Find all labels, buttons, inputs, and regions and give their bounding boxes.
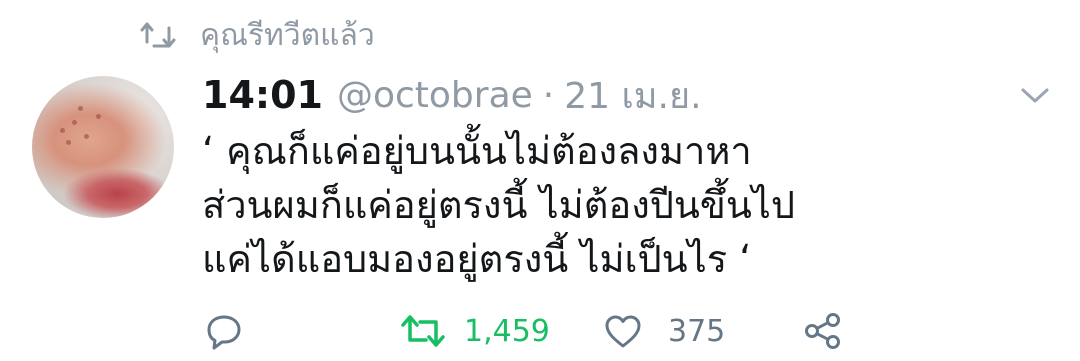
action-bar: 1,459 375 <box>0 306 1080 356</box>
like-button[interactable]: 375 <box>604 306 725 356</box>
reply-button[interactable] <box>204 306 244 356</box>
reply-icon <box>204 311 244 351</box>
tweet-date[interactable]: 21 เม.ย. <box>564 67 701 124</box>
retweet-button[interactable]: 1,459 <box>400 306 550 356</box>
tweet-time: 14:01 <box>202 73 323 117</box>
retweet-icon <box>140 20 176 50</box>
retweet-context-label: คุณรีทวีตแล้ว <box>200 17 375 53</box>
retweet-count: 1,459 <box>464 313 550 349</box>
tweet-line: ส่วนผมก็แค่อยู่ตรงนี้ ไม่ต้องปีนขึ้นไป <box>202 183 796 227</box>
share-button[interactable] <box>802 306 844 356</box>
retweet-icon <box>400 311 446 351</box>
heart-icon <box>604 313 642 349</box>
avatar[interactable] <box>32 76 174 218</box>
retweet-context: คุณรีทวีตแล้ว <box>140 12 375 58</box>
like-count: 375 <box>668 313 726 349</box>
tweet-header: 14:01 @octobrae · 21 เม.ย. <box>202 70 702 120</box>
separator-dot: · <box>542 74 555 116</box>
chevron-down-icon[interactable] <box>1018 84 1052 108</box>
tweet-line: ‘ คุณก็แค่อยู่บนนั้นไม่ต้องลงมาหา <box>202 129 752 173</box>
user-handle[interactable]: @octobrae <box>337 75 533 116</box>
share-icon <box>802 311 844 351</box>
tweet-text: ‘ คุณก็แค่อยู่บนนั้นไม่ต้องลงมาหา ส่วนผม… <box>202 124 1022 286</box>
tweet-line: แค่ได้แอบมองอยู่ตรงนี้ ไม่เป็นไร ‘ <box>202 237 752 281</box>
